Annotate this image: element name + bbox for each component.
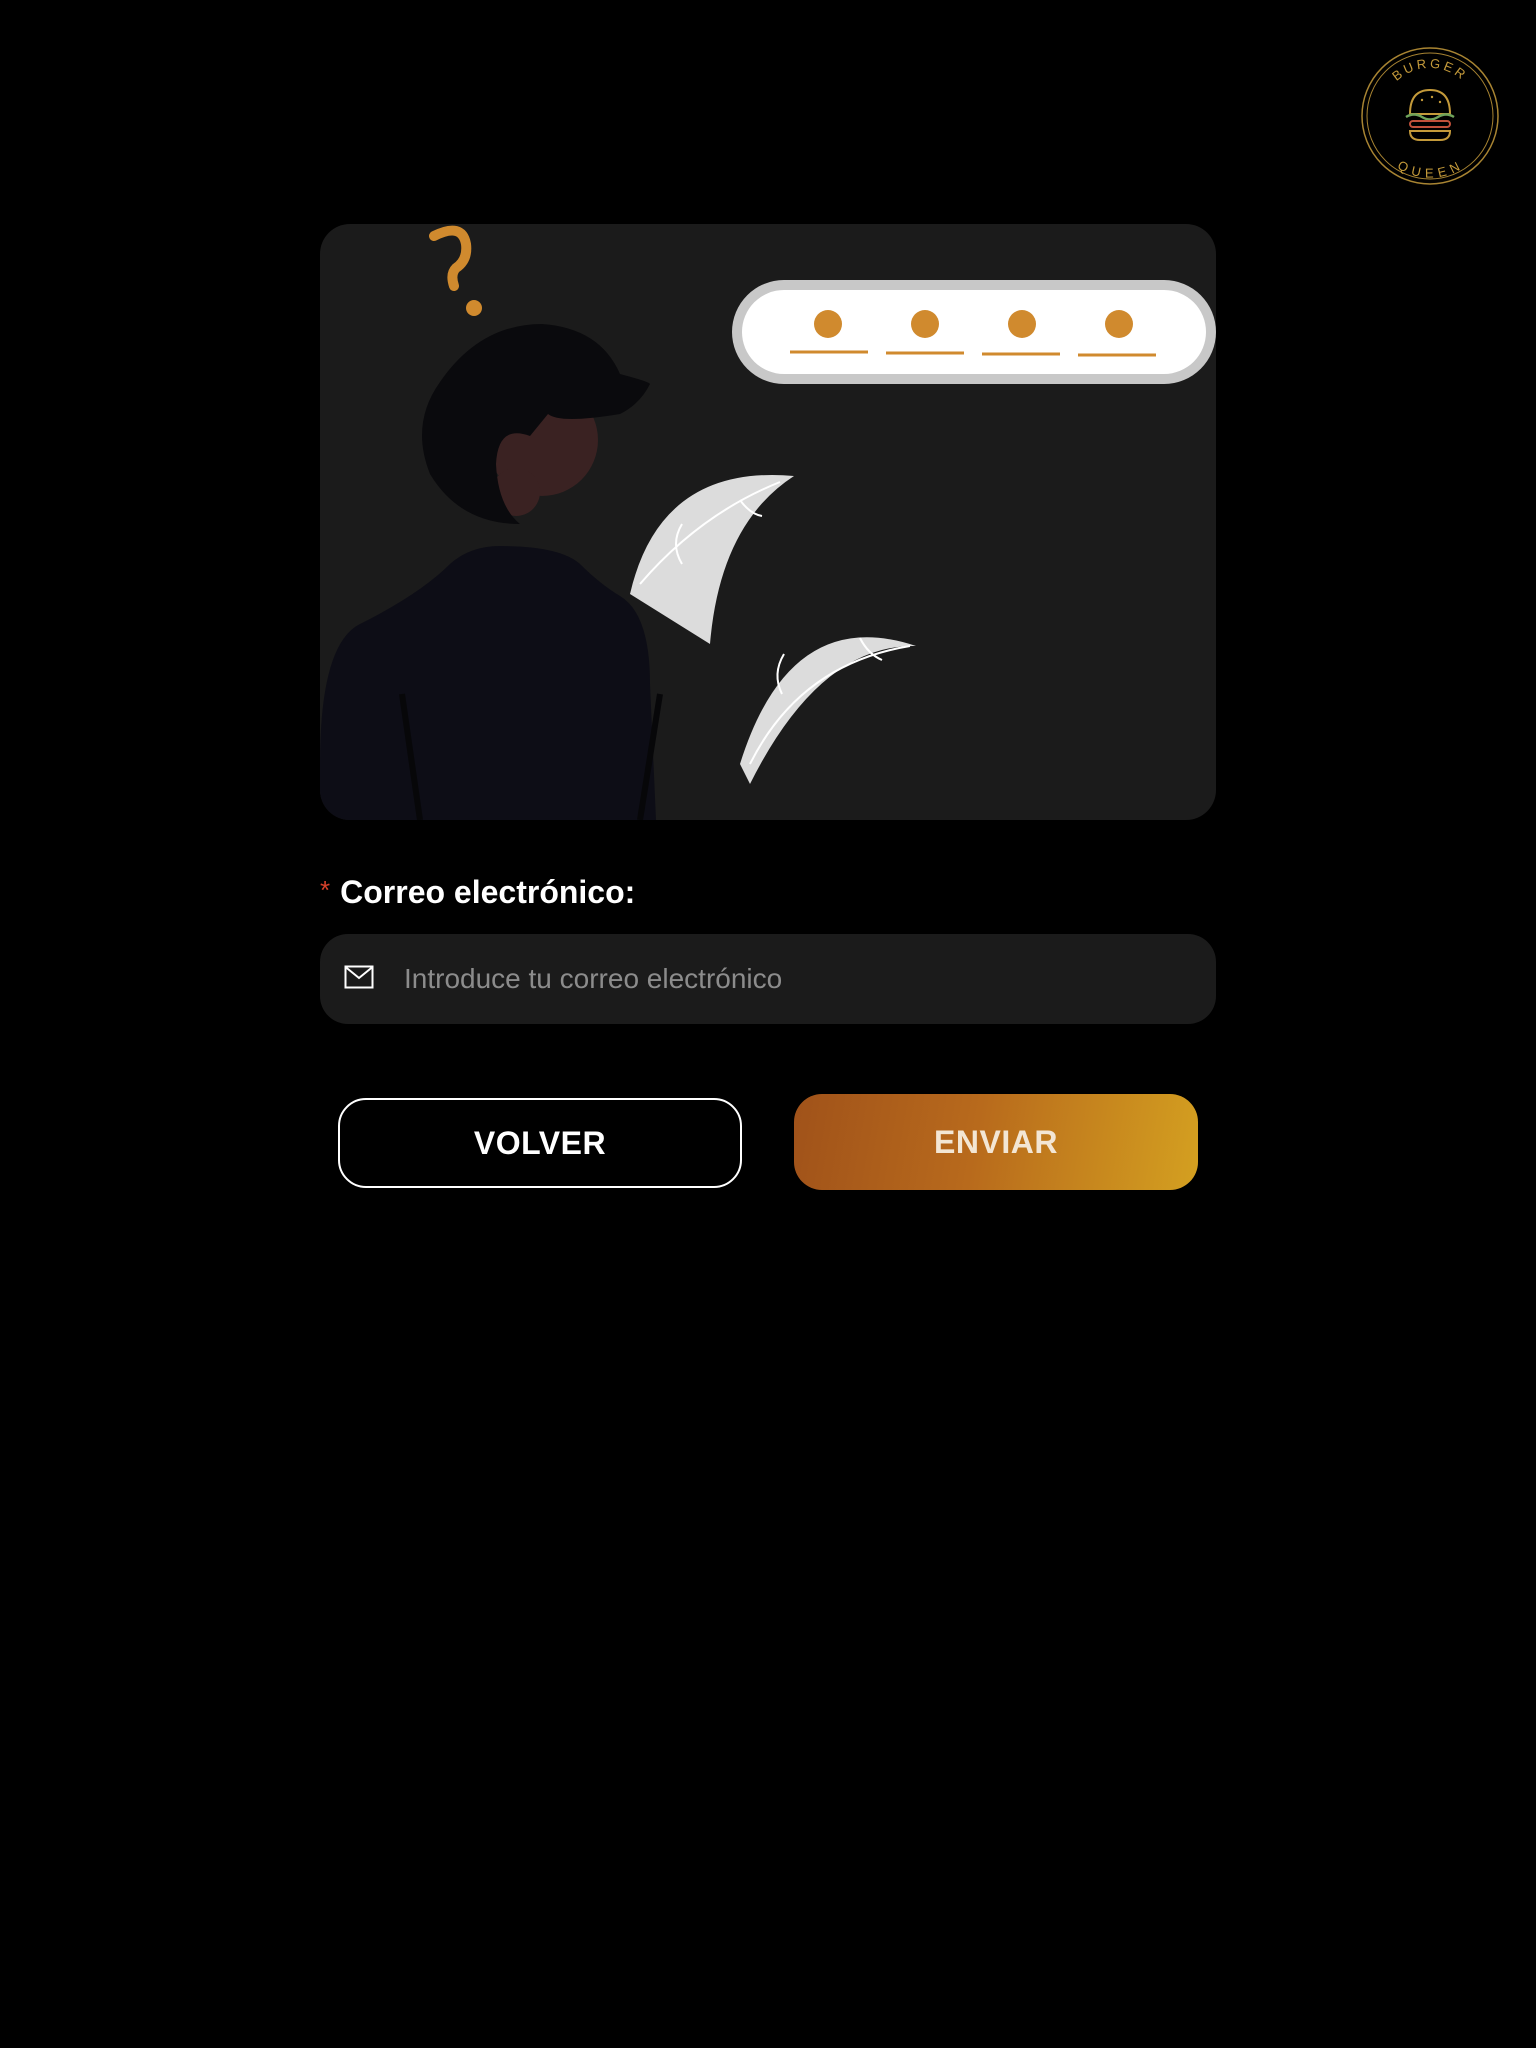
password-dot <box>911 310 939 338</box>
email-field[interactable] <box>320 934 1216 1024</box>
logo-emblem: BURGER QUEEN <box>1361 47 1499 185</box>
email-field-label: * Correo electrónico: <box>320 872 635 912</box>
password-dot <box>814 310 842 338</box>
password-dot <box>1105 310 1133 338</box>
burger-icon <box>1405 88 1455 141</box>
back-button[interactable]: VOLVER <box>338 1098 742 1188</box>
password-bubble <box>732 280 1216 384</box>
required-marker: * <box>320 874 331 905</box>
person-password-illustration <box>320 225 1216 820</box>
email-input[interactable] <box>404 934 1184 1024</box>
plant-leaves <box>630 474 916 784</box>
send-button[interactable]: ENVIAR <box>794 1094 1198 1190</box>
hero-illustration <box>320 224 1216 820</box>
password-dot <box>1008 310 1036 338</box>
logo-bottom-text: QUEEN <box>1395 157 1464 180</box>
question-mark-icon <box>429 225 482 316</box>
burger-queen-logo: BURGER QUEEN <box>1352 44 1508 188</box>
person-figure <box>320 324 663 820</box>
email-label-text: Correo electrónico: <box>340 873 636 910</box>
envelope-icon <box>344 965 374 989</box>
